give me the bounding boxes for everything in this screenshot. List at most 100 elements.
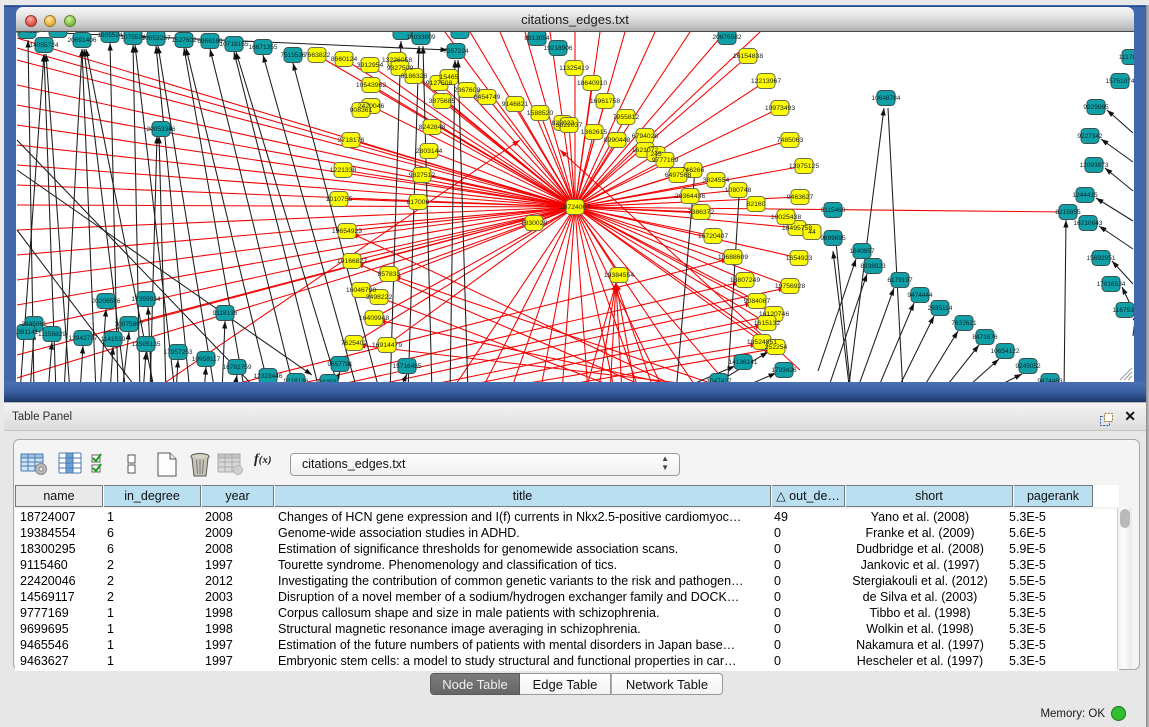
svg-text:16671355: 16671355 <box>249 44 278 51</box>
svg-text:9327509: 9327509 <box>387 65 414 72</box>
svg-text:19218906: 19218906 <box>544 45 573 52</box>
svg-text:19166827: 19166827 <box>337 258 367 265</box>
svg-text:10975867: 10975867 <box>115 321 144 328</box>
svg-text:1905524: 1905524 <box>97 32 123 39</box>
svg-text:8186328: 8186328 <box>401 73 428 80</box>
svg-text:908361: 908361 <box>350 107 373 114</box>
svg-text:20206556: 20206556 <box>92 298 121 305</box>
svg-text:16961758: 16961758 <box>590 98 620 105</box>
svg-text:20053346: 20053346 <box>147 126 176 133</box>
svg-text:12505135: 12505135 <box>132 341 161 348</box>
svg-text:9118136: 9118136 <box>213 310 238 317</box>
svg-text:1588520: 1588520 <box>527 110 554 117</box>
svg-text:8813054: 8813054 <box>524 35 550 42</box>
svg-text:19654923: 19654923 <box>332 228 362 235</box>
svg-text:11325419: 11325419 <box>559 65 589 72</box>
svg-text:9046638: 9046638 <box>16 32 40 35</box>
svg-text:1830029: 1830029 <box>521 220 548 227</box>
svg-text:1221338: 1221338 <box>330 167 357 174</box>
svg-text:1117803: 1117803 <box>1119 54 1134 61</box>
svg-text:16409948: 16409948 <box>359 315 389 322</box>
svg-text:18807249: 18807249 <box>730 277 760 284</box>
svg-text:10719155: 10719155 <box>220 41 249 48</box>
svg-text:7485063: 7485063 <box>777 137 804 144</box>
svg-text:8471676: 8471676 <box>972 334 998 341</box>
svg-text:1615132: 1615132 <box>754 320 781 327</box>
svg-text:3912954: 3912954 <box>357 62 384 69</box>
svg-text:10543962: 10543962 <box>356 82 386 89</box>
svg-text:1167534: 1167534 <box>1113 307 1134 314</box>
svg-text:44: 44 <box>808 229 816 236</box>
svg-text:9699695: 9699695 <box>820 235 846 242</box>
svg-text:9115460: 9115460 <box>821 207 846 214</box>
svg-text:6497568: 6497568 <box>665 172 692 179</box>
svg-text:10025438: 10025438 <box>771 214 801 221</box>
svg-text:16120746: 16120746 <box>759 311 789 318</box>
svg-text:17359934: 17359934 <box>132 296 161 303</box>
svg-text:1141519: 1141519 <box>101 336 126 343</box>
svg-text:6179197: 6179197 <box>887 277 913 284</box>
svg-text:9657791: 9657791 <box>327 361 353 368</box>
svg-text:3875685: 3875685 <box>429 98 456 105</box>
svg-text:1362615: 1362615 <box>581 129 608 136</box>
svg-text:10648784: 10648784 <box>872 95 901 102</box>
svg-text:20691406: 20691406 <box>68 37 97 44</box>
svg-text:19756928: 19756928 <box>775 283 805 290</box>
svg-text:7625402: 7625402 <box>341 340 368 347</box>
svg-text:1010755: 1010755 <box>326 196 353 203</box>
svg-text:15716485: 15716485 <box>393 363 422 370</box>
svg-text:13226058: 13226058 <box>382 57 412 64</box>
svg-text:16033809: 16033809 <box>407 34 436 41</box>
svg-text:14055724: 14055724 <box>30 42 59 49</box>
svg-text:2803144: 2803144 <box>416 148 443 155</box>
svg-text:1080748: 1080748 <box>725 187 752 194</box>
svg-text:7386372: 7386372 <box>688 209 715 216</box>
svg-text:252254: 252254 <box>765 344 788 351</box>
svg-text:8215955: 8215955 <box>1055 209 1081 216</box>
svg-text:857833: 857833 <box>378 271 401 278</box>
svg-text:1640957: 1640957 <box>849 248 875 255</box>
svg-text:18640910: 18640910 <box>577 80 607 87</box>
svg-text:1527602: 1527602 <box>171 37 197 44</box>
svg-text:16210643: 16210643 <box>1074 220 1103 227</box>
svg-text:2367608: 2367608 <box>454 87 481 94</box>
svg-text:8454749: 8454749 <box>474 94 501 101</box>
svg-text:12213967: 12213967 <box>751 78 781 85</box>
svg-text:9777169: 9777169 <box>652 157 679 164</box>
svg-text:3824554: 3824554 <box>703 177 730 184</box>
svg-text:7955812: 7955812 <box>613 114 640 121</box>
svg-text:16782759: 16782759 <box>223 364 252 371</box>
svg-text:10958117: 10958117 <box>192 356 221 363</box>
svg-text:1244415: 1244415 <box>1072 192 1098 199</box>
svg-text:9127508: 9127508 <box>426 80 453 87</box>
svg-text:16046798: 16046798 <box>346 287 376 294</box>
svg-text:10654122: 10654122 <box>991 348 1020 355</box>
svg-text:17016534: 17016534 <box>1097 281 1126 288</box>
svg-text:12093873: 12093873 <box>1080 162 1109 169</box>
svg-text:16914479: 16914479 <box>372 342 402 349</box>
svg-text:13975125: 13975125 <box>789 163 819 170</box>
svg-text:9245052: 9245052 <box>1015 363 1041 370</box>
svg-text:7357224: 7357224 <box>443 48 469 55</box>
svg-text:7515526: 7515526 <box>280 52 306 59</box>
svg-text:15751074: 15751074 <box>1106 78 1134 85</box>
svg-text:20876582: 20876582 <box>713 34 742 41</box>
svg-text:3822037: 3822037 <box>556 122 583 129</box>
svg-text:8938923: 8938923 <box>860 263 886 270</box>
svg-text:817006: 817006 <box>407 199 430 206</box>
svg-text:1391141: 1391141 <box>16 329 39 336</box>
svg-text:9329965: 9329965 <box>1083 104 1109 111</box>
svg-text:12942737: 12942737 <box>69 335 98 342</box>
svg-text:17957253: 17957253 <box>164 349 193 356</box>
svg-text:10653267: 10653267 <box>142 35 171 42</box>
svg-text:2935114: 2935114 <box>928 305 953 312</box>
svg-text:12323446: 12323446 <box>254 373 283 380</box>
svg-text:9084067: 9084067 <box>744 298 771 305</box>
svg-text:15465: 15465 <box>440 74 459 81</box>
svg-text:14136141: 14136141 <box>729 359 758 366</box>
svg-text:9474444: 9474444 <box>907 292 933 299</box>
svg-text:11156829: 11156829 <box>38 331 66 338</box>
svg-text:6794028: 6794028 <box>632 133 659 140</box>
svg-text:18724007: 18724007 <box>560 204 590 211</box>
svg-text:15720407: 15720407 <box>698 233 728 240</box>
